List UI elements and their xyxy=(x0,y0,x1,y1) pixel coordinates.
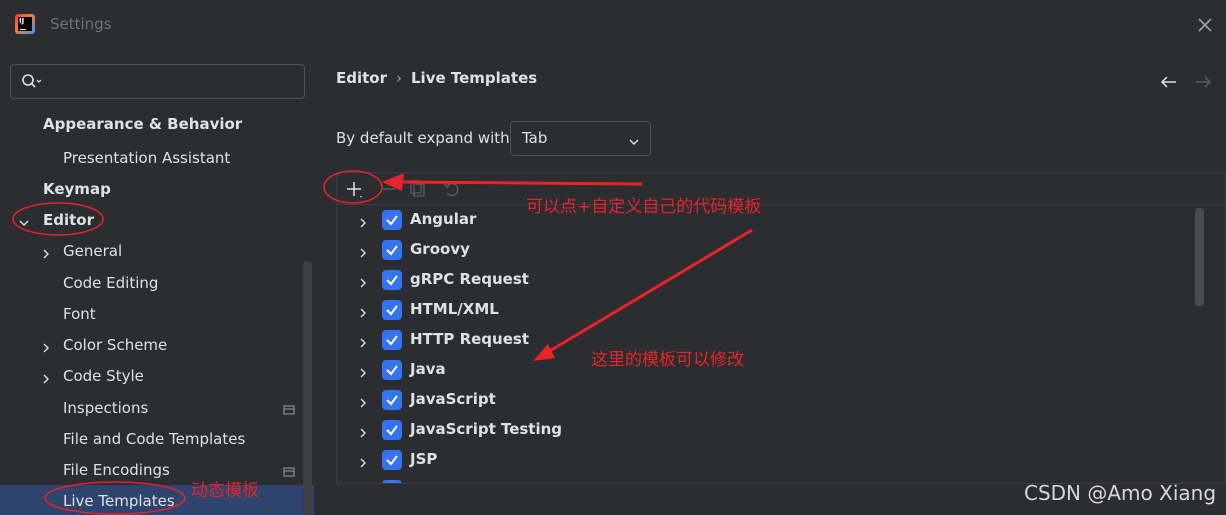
settings-content: Editor › Live Templates By default expand … xyxy=(314,51,1226,515)
expand-with-select[interactable]: Tab xyxy=(510,121,651,156)
sidebar-item-appearance-behavior[interactable]: Appearance & Behavior xyxy=(43,110,242,138)
annotation-edit-note: 这里的模板可以修改 xyxy=(591,350,744,370)
sidebar-item-font[interactable]: Font xyxy=(63,300,96,328)
template-group-label: Groovy xyxy=(410,240,470,258)
checkbox-checked-icon[interactable] xyxy=(382,480,402,483)
chevron-right-icon[interactable] xyxy=(357,364,369,378)
checkbox-checked-icon[interactable] xyxy=(382,330,402,350)
search-icon xyxy=(21,73,42,91)
breadcrumb: Editor › Live Templates xyxy=(336,69,537,87)
close-icon[interactable] xyxy=(1194,14,1216,36)
breadcrumb-current: Live Templates xyxy=(411,69,538,87)
chevron-right-icon[interactable] xyxy=(357,274,369,288)
search-input[interactable] xyxy=(10,64,305,99)
sidebar-item-file-encodings[interactable]: File Encodings xyxy=(63,456,170,484)
template-group-label: gRPC Request xyxy=(410,270,529,288)
project-settings-icon xyxy=(283,463,295,477)
sidebar-item-file-code-templates[interactable]: File and Code Templates xyxy=(63,425,245,453)
chevron-right-icon[interactable] xyxy=(357,214,369,228)
chevron-down-icon[interactable] xyxy=(18,214,30,226)
checkbox-checked-icon[interactable] xyxy=(382,240,402,260)
sidebar-item-live-templates[interactable]: Live Templates xyxy=(63,487,175,515)
breadcrumb-parent[interactable]: Editor xyxy=(336,69,387,87)
chevron-right-icon[interactable] xyxy=(357,304,369,318)
chevron-right-icon[interactable] xyxy=(357,334,369,348)
chevron-right-icon[interactable] xyxy=(357,244,369,258)
chevron-right-icon[interactable] xyxy=(40,339,52,353)
template-group-row[interactable]: JavaScript Testing xyxy=(337,415,1197,445)
template-group-row[interactable]: gRPC Request xyxy=(337,265,1197,295)
template-group-row[interactable]: Angular xyxy=(337,205,1197,235)
checkbox-checked-icon[interactable] xyxy=(382,360,402,380)
chevron-right-icon[interactable] xyxy=(357,394,369,408)
sidebar-item-code-style[interactable]: Code Style xyxy=(63,362,144,390)
expand-with-label: By default expand with xyxy=(336,129,510,147)
settings-sidebar: Appearance & Behavior Presentation Assis… xyxy=(0,51,314,515)
sidebar-item-inspections[interactable]: Inspections xyxy=(63,394,148,422)
sidebar-item-presentation-assistant[interactable]: Presentation Assistant xyxy=(63,144,230,172)
checkbox-checked-icon[interactable] xyxy=(382,450,402,470)
template-group-row[interactable]: HTML/XML xyxy=(337,295,1197,325)
template-group-label: HTTP Request xyxy=(410,330,529,348)
template-group-label: Angular xyxy=(410,210,477,228)
back-arrow-icon[interactable] xyxy=(1160,73,1178,91)
checkbox-checked-icon[interactable] xyxy=(382,420,402,440)
window-title: Settings xyxy=(50,15,112,33)
template-group-row[interactable]: JavaScript xyxy=(337,385,1197,415)
title-bar: IJ Settings xyxy=(0,0,1226,51)
sidebar-item-keymap[interactable]: Keymap xyxy=(43,175,111,203)
sidebar-item-general[interactable]: General xyxy=(63,237,122,265)
template-group-row[interactable]: JSP xyxy=(337,445,1197,475)
templates-panel: Angular Groovy gRPC Request HTML/XML HTT xyxy=(336,172,1226,484)
checkbox-checked-icon[interactable] xyxy=(382,210,402,230)
sidebar-item-editor[interactable]: Editor xyxy=(43,206,94,234)
checkbox-checked-icon[interactable] xyxy=(382,300,402,320)
template-group-label: JSP xyxy=(410,450,438,468)
chevron-right-icon[interactable] xyxy=(40,245,52,259)
template-group-label: HTML/XML xyxy=(410,300,499,318)
template-group-label: JavaScript Testing xyxy=(410,420,563,438)
checkbox-checked-icon[interactable] xyxy=(382,270,402,290)
chevron-right-icon[interactable] xyxy=(357,454,369,468)
chevron-down-icon xyxy=(628,133,640,145)
template-group-label: JavaScript xyxy=(410,390,496,408)
annotation-live-templates-note: 动态模板 xyxy=(191,481,259,501)
intellij-logo-icon: IJ xyxy=(15,14,35,34)
chevron-right-icon[interactable] xyxy=(40,370,52,384)
template-group-row[interactable]: Groovy xyxy=(337,235,1197,265)
restore-icon[interactable] xyxy=(441,178,463,200)
copy-icon[interactable] xyxy=(407,178,429,200)
chevron-right-icon[interactable] xyxy=(357,424,369,438)
watermark: CSDN @Amo Xiang xyxy=(1024,481,1217,505)
forward-arrow-icon[interactable] xyxy=(1194,73,1212,91)
template-group-row[interactable]: HTTP Request xyxy=(337,325,1197,355)
template-group-row[interactable]: Java xyxy=(337,355,1197,385)
templates-scrollbar[interactable] xyxy=(1195,208,1204,306)
remove-icon[interactable] xyxy=(377,178,399,200)
templates-list: Angular Groovy gRPC Request HTML/XML HTT xyxy=(337,205,1225,483)
sidebar-item-code-editing[interactable]: Code Editing xyxy=(63,269,158,297)
templates-toolbar xyxy=(337,173,1225,205)
sidebar-item-color-scheme[interactable]: Color Scheme xyxy=(63,331,167,359)
add-icon[interactable] xyxy=(343,178,365,200)
annotation-add-note: 可以点+自定义自己的代码模板 xyxy=(526,197,762,217)
sidebar-scrollbar[interactable] xyxy=(303,261,312,515)
expand-with-value: Tab xyxy=(522,129,548,147)
template-group-label: Java xyxy=(410,360,446,378)
checkbox-checked-icon[interactable] xyxy=(382,390,402,410)
breadcrumb-separator: › xyxy=(396,69,402,87)
project-settings-icon xyxy=(283,401,295,415)
